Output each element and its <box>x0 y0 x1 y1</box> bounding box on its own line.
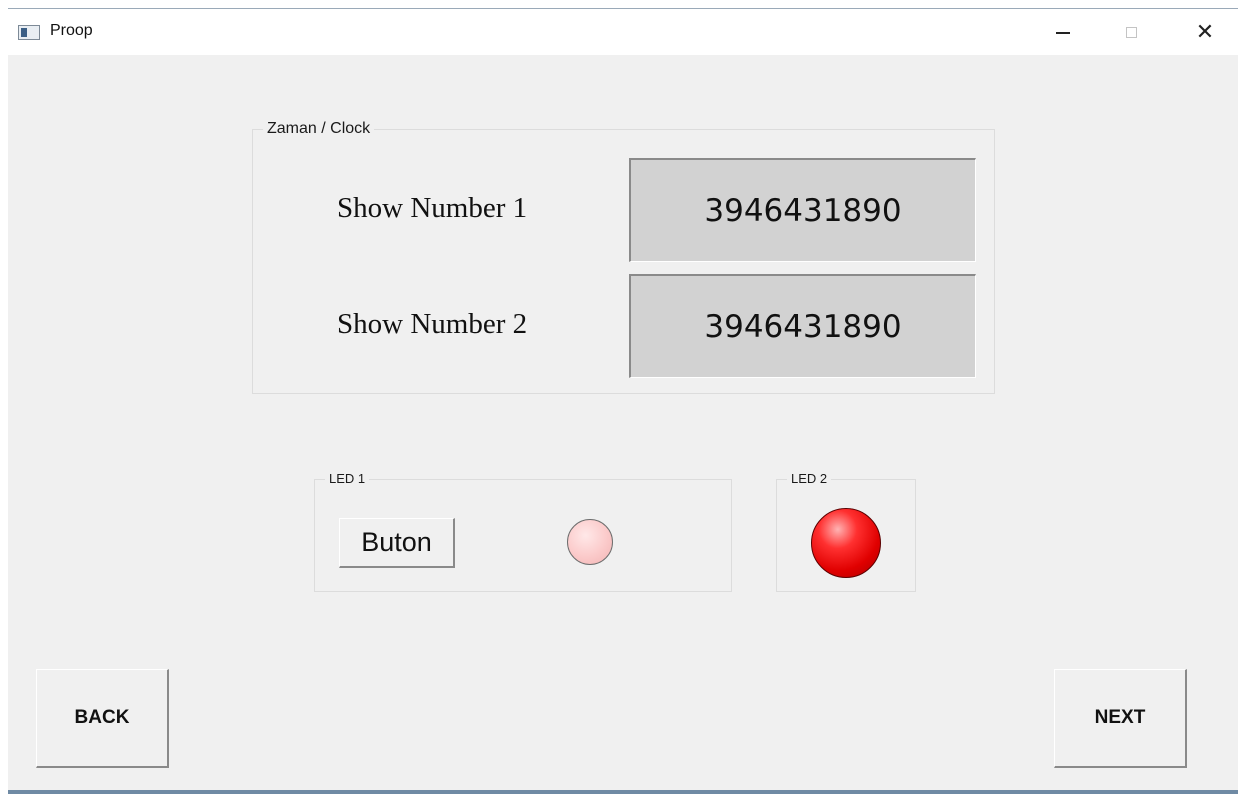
led2-groupbox: LED 2 <box>776 471 916 592</box>
next-button[interactable]: NEXT <box>1054 669 1187 768</box>
show-number-1-display: 3946431890 <box>629 158 976 262</box>
app-window: Proop ✕ Zaman / Clock Show Number 1 3946… <box>8 8 1238 794</box>
clock-group-caption: Zaman / Clock <box>263 119 375 139</box>
clock-groupbox: Zaman / Clock Show Number 1 3946431890 S… <box>252 119 995 394</box>
back-button[interactable]: BACK <box>36 669 169 768</box>
led1-group-caption: LED 1 <box>325 471 370 487</box>
minimize-button[interactable] <box>1040 9 1086 55</box>
minimize-icon <box>1056 32 1070 34</box>
maximize-icon <box>1125 26 1137 38</box>
window-bottom-border <box>8 790 1238 794</box>
app-window-icon <box>18 25 40 40</box>
led1-indicator <box>567 519 613 565</box>
window-title: Proop <box>50 22 93 39</box>
show-number-1-label: Show Number 1 <box>337 192 528 224</box>
close-icon: ✕ <box>1195 19 1215 44</box>
close-button[interactable]: ✕ <box>1182 9 1228 55</box>
maximize-button[interactable] <box>1108 9 1154 55</box>
led2-group-caption: LED 2 <box>787 471 832 487</box>
led2-indicator <box>811 508 881 578</box>
led1-groupbox: LED 1 Buton <box>314 471 732 592</box>
show-number-2-label: Show Number 2 <box>337 308 528 340</box>
show-number-2-display: 3946431890 <box>629 274 976 378</box>
buton-button[interactable]: Buton <box>339 518 455 568</box>
title-bar[interactable]: Proop ✕ <box>8 9 1238 55</box>
